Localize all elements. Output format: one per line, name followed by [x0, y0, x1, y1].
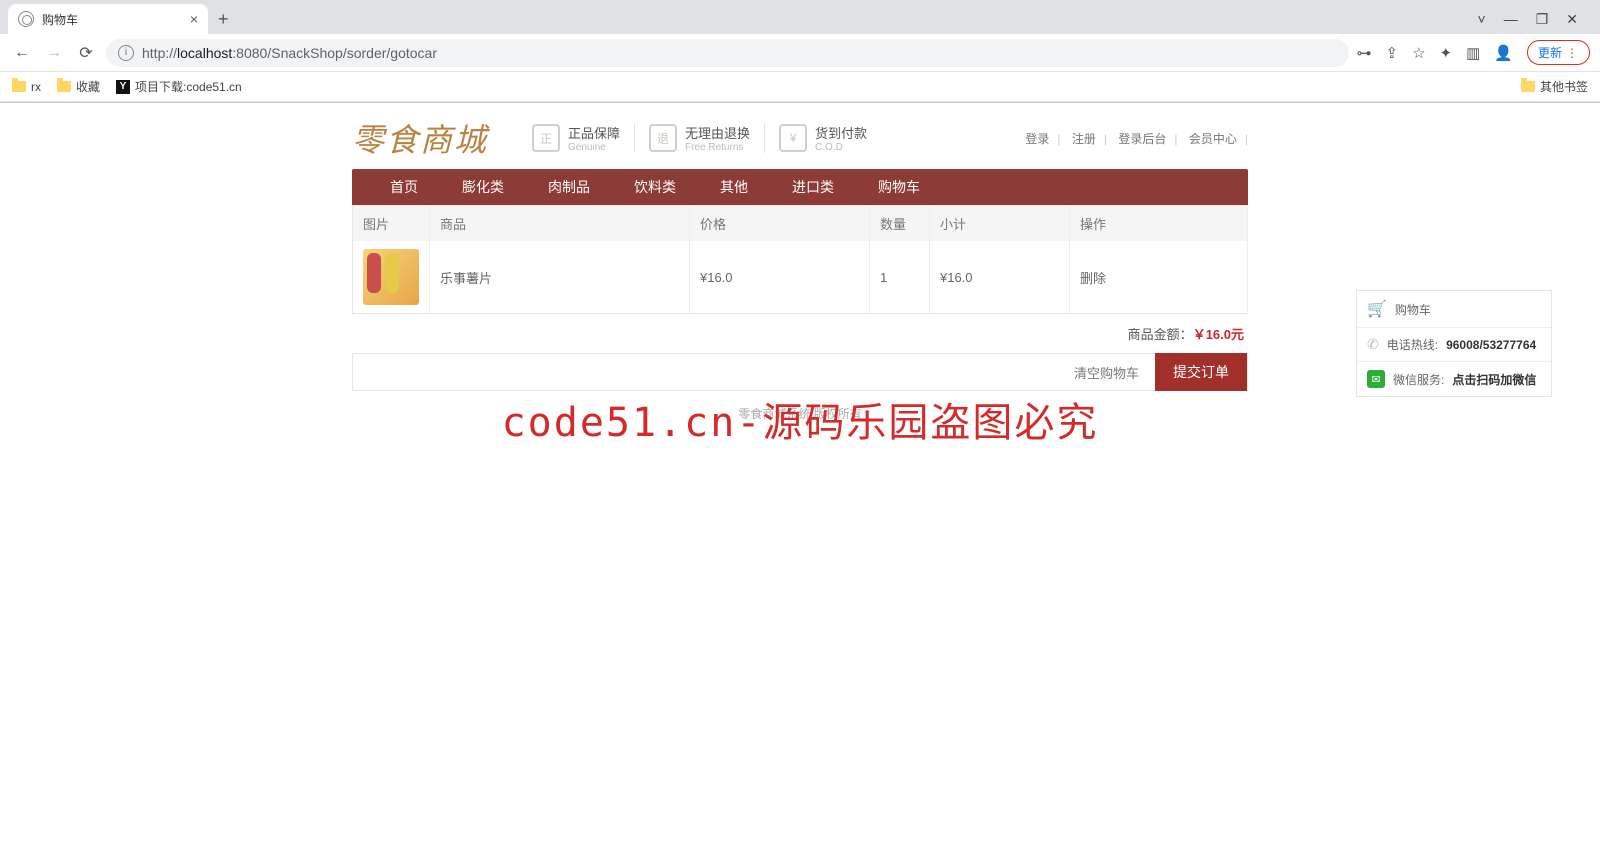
- side-cart[interactable]: 🛒 购物车: [1357, 291, 1551, 328]
- tab-title: 购物车: [42, 11, 78, 28]
- footer-note: 零食商城系统 版权所有: [352, 391, 1248, 436]
- cell-subtotal: ¥16.0: [930, 241, 1070, 314]
- close-window-icon[interactable]: ✕: [1566, 11, 1578, 28]
- share-icon[interactable]: ⇪: [1386, 44, 1399, 62]
- bookmark-fav[interactable]: 收藏: [57, 78, 100, 95]
- site-logo[interactable]: 零食商城: [352, 115, 488, 161]
- maximize-icon[interactable]: ❐: [1536, 11, 1549, 28]
- th-action: 操作: [1070, 206, 1248, 242]
- cart-icon: 🛒: [1367, 299, 1387, 319]
- chevron-down-icon[interactable]: ˅: [1478, 11, 1486, 28]
- th-image: 图片: [353, 206, 430, 242]
- side-hotline: ✆ 电话热线: 96008/53277764: [1357, 328, 1551, 362]
- close-icon[interactable]: ×: [190, 11, 198, 27]
- site-header: 零食商城 正 正品保障Genuine 退 无理由退换Free Returns ¥…: [352, 103, 1248, 169]
- product-thumbnail[interactable]: [363, 249, 419, 305]
- submit-order-button[interactable]: 提交订单: [1155, 353, 1247, 391]
- nav-other[interactable]: 其他: [698, 177, 770, 197]
- nav-cart[interactable]: 购物车: [856, 177, 942, 197]
- other-bookmarks[interactable]: 其他书签: [1521, 78, 1588, 95]
- globe-icon: [18, 11, 34, 27]
- nav-drinks[interactable]: 饮料类: [612, 177, 698, 197]
- site-icon: Y: [116, 80, 130, 94]
- window-controls: ˅ — ❐ ✕: [1478, 11, 1592, 28]
- cart-actions: 清空购物车 提交订单: [352, 353, 1248, 391]
- main-nav: 首页 膨化类 肉制品 饮料类 其他 进口类 购物车: [352, 169, 1248, 205]
- link-register[interactable]: 注册: [1064, 132, 1104, 146]
- back-button[interactable]: ←: [10, 41, 34, 65]
- link-member[interactable]: 会员中心: [1181, 132, 1245, 146]
- key-icon[interactable]: ⊶: [1357, 44, 1372, 62]
- folder-icon: [12, 81, 26, 92]
- wechat-icon: ✉: [1367, 370, 1385, 388]
- top-links: 登录| 注册| 登录后台| 会员中心|: [1017, 130, 1248, 147]
- bookmark-rx[interactable]: rx: [12, 80, 41, 94]
- folder-icon: [57, 81, 71, 92]
- forward-button[interactable]: →: [42, 41, 66, 65]
- nav-home[interactable]: 首页: [368, 177, 440, 197]
- update-button[interactable]: 更新⋮: [1527, 40, 1590, 65]
- guarantee-badges: 正 正品保障Genuine 退 无理由退换Free Returns ¥ 货到付款…: [518, 123, 881, 153]
- delete-link[interactable]: 删除: [1080, 271, 1106, 286]
- panel-icon[interactable]: ▥: [1466, 44, 1480, 62]
- side-wechat[interactable]: ✉ 微信服务: 点击扫码加微信: [1357, 362, 1551, 396]
- star-icon[interactable]: ☆: [1412, 44, 1425, 62]
- bookmark-code51[interactable]: Y项目下载:code51.cn: [116, 78, 242, 95]
- reload-button[interactable]: ⟳: [74, 41, 98, 65]
- browser-tab[interactable]: 购物车 ×: [8, 4, 208, 34]
- address-bar[interactable]: i http://localhost:8080/SnackShop/sorder…: [106, 39, 1349, 67]
- nav-meat[interactable]: 肉制品: [526, 177, 612, 197]
- cell-price: ¥16.0: [690, 241, 870, 314]
- extensions-icon[interactable]: ✦: [1440, 44, 1453, 62]
- th-price: 价格: [690, 206, 870, 242]
- bookmarks-bar: rx 收藏 Y项目下载:code51.cn 其他书签: [0, 72, 1600, 102]
- tab-strip: 购物车 × + ˅ — ❐ ✕: [0, 0, 1600, 34]
- profile-icon[interactable]: 👤: [1494, 44, 1513, 62]
- table-header-row: 图片 商品 价格 数量 小计 操作: [353, 206, 1248, 242]
- cart-summary: 商品金额：￥16.0元: [352, 314, 1248, 353]
- nav-puffed[interactable]: 膨化类: [440, 177, 526, 197]
- nav-import[interactable]: 进口类: [770, 177, 856, 197]
- badge-cod: ¥ 货到付款C.O.D: [765, 123, 881, 153]
- new-tab-button[interactable]: +: [218, 9, 229, 30]
- link-login[interactable]: 登录: [1017, 132, 1057, 146]
- cell-name: 乐事薯片: [430, 241, 690, 314]
- return-icon: 退: [649, 124, 677, 152]
- cart-table: 图片 商品 价格 数量 小计 操作 乐事薯片 ¥16.0 1 ¥16.0 删除: [352, 205, 1248, 314]
- clear-cart-button[interactable]: 清空购物车: [1058, 363, 1155, 382]
- side-widget: 🛒 购物车 ✆ 电话热线: 96008/53277764 ✉ 微信服务: 点击扫…: [1356, 290, 1552, 397]
- th-name: 商品: [430, 206, 690, 242]
- info-icon[interactable]: i: [118, 45, 134, 61]
- th-subtotal: 小计: [930, 206, 1070, 242]
- link-admin[interactable]: 登录后台: [1110, 132, 1174, 146]
- browser-toolbar: ← → ⟳ i http://localhost:8080/SnackShop/…: [0, 34, 1600, 72]
- summary-label: 商品金额：: [1128, 327, 1193, 342]
- cod-icon: ¥: [779, 124, 807, 152]
- browser-chrome: 购物车 × + ˅ — ❐ ✕ ← → ⟳ i http://localhost…: [0, 0, 1600, 103]
- badge-genuine: 正 正品保障Genuine: [518, 123, 635, 153]
- badge-returns: 退 无理由退换Free Returns: [635, 123, 765, 153]
- summary-amount: ￥16.0元: [1193, 327, 1244, 342]
- shield-icon: 正: [532, 124, 560, 152]
- folder-icon: [1521, 81, 1535, 92]
- table-row: 乐事薯片 ¥16.0 1 ¥16.0 删除: [353, 241, 1248, 314]
- phone-icon: ✆: [1367, 336, 1379, 353]
- cell-qty: 1: [870, 241, 930, 314]
- url-text: http://localhost:8080/SnackShop/sorder/g…: [142, 45, 437, 61]
- minimize-icon[interactable]: —: [1504, 11, 1518, 28]
- th-qty: 数量: [870, 206, 930, 242]
